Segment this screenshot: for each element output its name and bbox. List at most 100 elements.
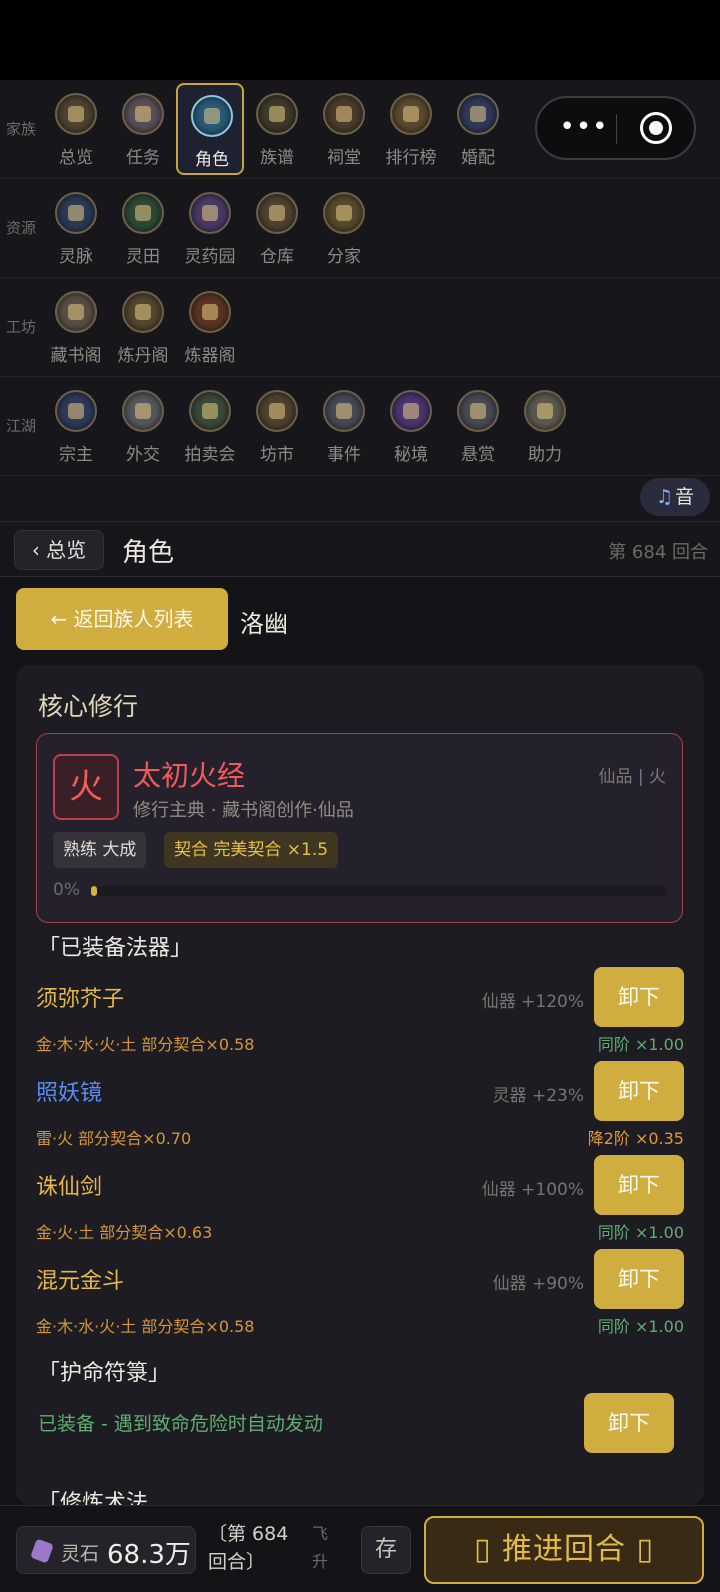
row-label: 资源 (6, 219, 37, 237)
advance-right-icon: ▯ (626, 1532, 655, 1567)
nav-label: 灵田 (126, 247, 160, 267)
warehouse-icon (256, 192, 298, 234)
unequip-button[interactable]: 卸下 (594, 1249, 684, 1309)
artifact-row: 须弥芥子 仙器 +120% 卸下 金·木·水·火·土 部分契合×0.58 同阶 … (36, 967, 684, 1061)
artifact-multiplier: 同阶 ×1.00 (597, 1223, 684, 1242)
nav-label: 炼丹阁 (117, 346, 169, 366)
nav-label: 外交 (126, 445, 160, 465)
artifact-row: 照妖镜 灵器 +23% 卸下 雷·火 部分契合×0.70 降2阶 ×0.35 (36, 1061, 684, 1155)
nav-item-market[interactable]: 坊市 (243, 380, 311, 472)
nav-item-events[interactable]: 事件 (310, 380, 378, 472)
artifact-bonus: 灵器 +23% (492, 1086, 584, 1106)
artifact-multiplier: 同阶 ×1.00 (597, 1317, 684, 1336)
row-label: 工坊 (6, 318, 37, 336)
unequip-talisman-button[interactable]: 卸下 (584, 1393, 674, 1453)
nav-item-herb-garden[interactable]: 灵药园 (176, 182, 244, 274)
cauldron-icon (122, 291, 164, 333)
miniprogram-capsule: ••• (535, 96, 696, 160)
artifact-bonus: 仙器 +120% (481, 992, 584, 1012)
equipped-artifacts-heading: 「已装备法器」 (38, 936, 193, 961)
nav-item-overview[interactable]: 总览 (42, 83, 110, 175)
turn-counter: 第 684 回合 (608, 542, 708, 563)
herb-icon (189, 192, 231, 234)
more-icon[interactable]: ••• (559, 114, 609, 142)
ascend-label[interactable]: 飞升 (312, 1520, 332, 1576)
unequip-button[interactable]: 卸下 (594, 967, 684, 1027)
character-icon (191, 95, 233, 137)
music-label: 音 (675, 486, 695, 508)
nav-label: 事件 (327, 445, 361, 465)
nav-label: 祠堂 (327, 148, 361, 168)
advance-turn-button[interactable]: ▯ 推进回合 ▯ (424, 1516, 704, 1584)
nav-item-branch[interactable]: 分家 (310, 182, 378, 274)
portal-icon (390, 390, 432, 432)
close-target-icon[interactable] (640, 112, 672, 144)
nav-label: 灵脉 (59, 247, 93, 267)
manual-grade: 仙品 | 火 (598, 767, 666, 787)
nav-label: 助力 (528, 445, 562, 465)
trophy-icon (390, 93, 432, 135)
talisman-heading: 「护命符箓」 (38, 1361, 171, 1386)
back-label: 总览 (46, 538, 87, 562)
status-bar (0, 0, 720, 80)
shrine-icon (323, 93, 365, 135)
spirit-stone-value: 68.3万 (107, 1540, 191, 1570)
artifact-affinity: 金·火·土 部分契合×0.63 (36, 1223, 213, 1242)
artifact-name: 混元金斗 (36, 1269, 125, 1294)
row-label: 家族 (6, 120, 37, 138)
nav-label: 坊市 (260, 445, 294, 465)
overview-icon (55, 93, 97, 135)
nav-item-bounty[interactable]: 悬赏 (444, 380, 512, 472)
nav-label: 角色 (195, 150, 229, 170)
master-icon (55, 390, 97, 432)
unequip-button[interactable]: 卸下 (594, 1155, 684, 1215)
nav-item-diplomacy[interactable]: 外交 (109, 380, 177, 472)
divider (616, 114, 617, 144)
nav-label: 仓库 (260, 247, 294, 267)
nav-item-assist[interactable]: 助力 (511, 380, 579, 472)
nav-item-library[interactable]: 藏书阁 (42, 281, 110, 373)
artifact-affinity: 金·木·水·火·土 部分契合×0.58 (36, 1035, 255, 1054)
nav-item-genealogy[interactable]: 族谱 (243, 83, 311, 175)
nav-item-auction[interactable]: 拍卖会 (176, 380, 244, 472)
nav-label: 拍卖会 (184, 445, 236, 465)
nav-item-warehouse[interactable]: 仓库 (243, 182, 311, 274)
character-detail-panel: 核心修行 火 太初火经 仙品 | 火 修行主典 · 藏书阁创作·仙品 熟练 大成… (16, 665, 704, 1505)
back-button[interactable]: ‹ 总览 (14, 530, 104, 570)
return-to-list-button[interactable]: ← 返回族人列表 (16, 588, 228, 650)
scale-icon (256, 390, 298, 432)
artifact-bonus: 仙器 +100% (481, 1180, 584, 1200)
nav-item-secret-realm[interactable]: 秘境 (377, 380, 445, 472)
vein-icon (55, 192, 97, 234)
artifact-affinity: 雷·火 部分契合×0.70 (36, 1129, 192, 1148)
nav-item-forge[interactable]: 炼器阁 (176, 281, 244, 373)
nav-item-spirit-vein[interactable]: 灵脉 (42, 182, 110, 274)
nav-item-character[interactable]: 角色 (176, 83, 244, 175)
artifact-multiplier: 同阶 ×1.00 (597, 1035, 684, 1054)
library-icon (55, 291, 97, 333)
proficiency-tag: 熟练 大成 (53, 832, 147, 868)
nav-label: 灵药园 (184, 247, 236, 267)
unequip-button[interactable]: 卸下 (594, 1061, 684, 1121)
field-icon (122, 192, 164, 234)
nav-item-tasks[interactable]: 任务 (109, 83, 177, 175)
talisman-status: 已装备 - 遇到致命危险时自动发动 (38, 1413, 323, 1435)
artifact-row: 混元金斗 仙器 +90% 卸下 金·木·水·火·土 部分契合×0.58 同阶 ×… (36, 1249, 684, 1343)
save-button[interactable]: 存 (361, 1526, 411, 1574)
nav-item-alchemy[interactable]: 炼丹阁 (109, 281, 177, 373)
advance-label: 推进回合 (502, 1532, 626, 1567)
nav-item-ranking[interactable]: 排行榜 (377, 83, 445, 175)
nav-item-marriage[interactable]: 婚配 (444, 83, 512, 175)
music-toggle-button[interactable]: ♫ 音 (640, 478, 710, 516)
nav-label: 分家 (327, 247, 361, 267)
cultivation-progress-bar (91, 886, 667, 896)
cultivation-manual-card: 火 太初火经 仙品 | 火 修行主典 · 藏书阁创作·仙品 熟练 大成 契合 完… (36, 733, 683, 923)
section-title: 核心修行 (38, 692, 139, 721)
nav-item-sect-master[interactable]: 宗主 (42, 380, 110, 472)
page-title: 角色 (122, 538, 175, 568)
nav-item-spirit-field[interactable]: 灵田 (109, 182, 177, 274)
nav-label: 族谱 (260, 148, 294, 168)
artifact-row: 诛仙剑 仙器 +100% 卸下 金·火·土 部分契合×0.63 同阶 ×1.00 (36, 1155, 684, 1249)
nav-item-shrine[interactable]: 祠堂 (310, 83, 378, 175)
spirit-stone-counter: 灵石 68.3万 (16, 1526, 196, 1574)
